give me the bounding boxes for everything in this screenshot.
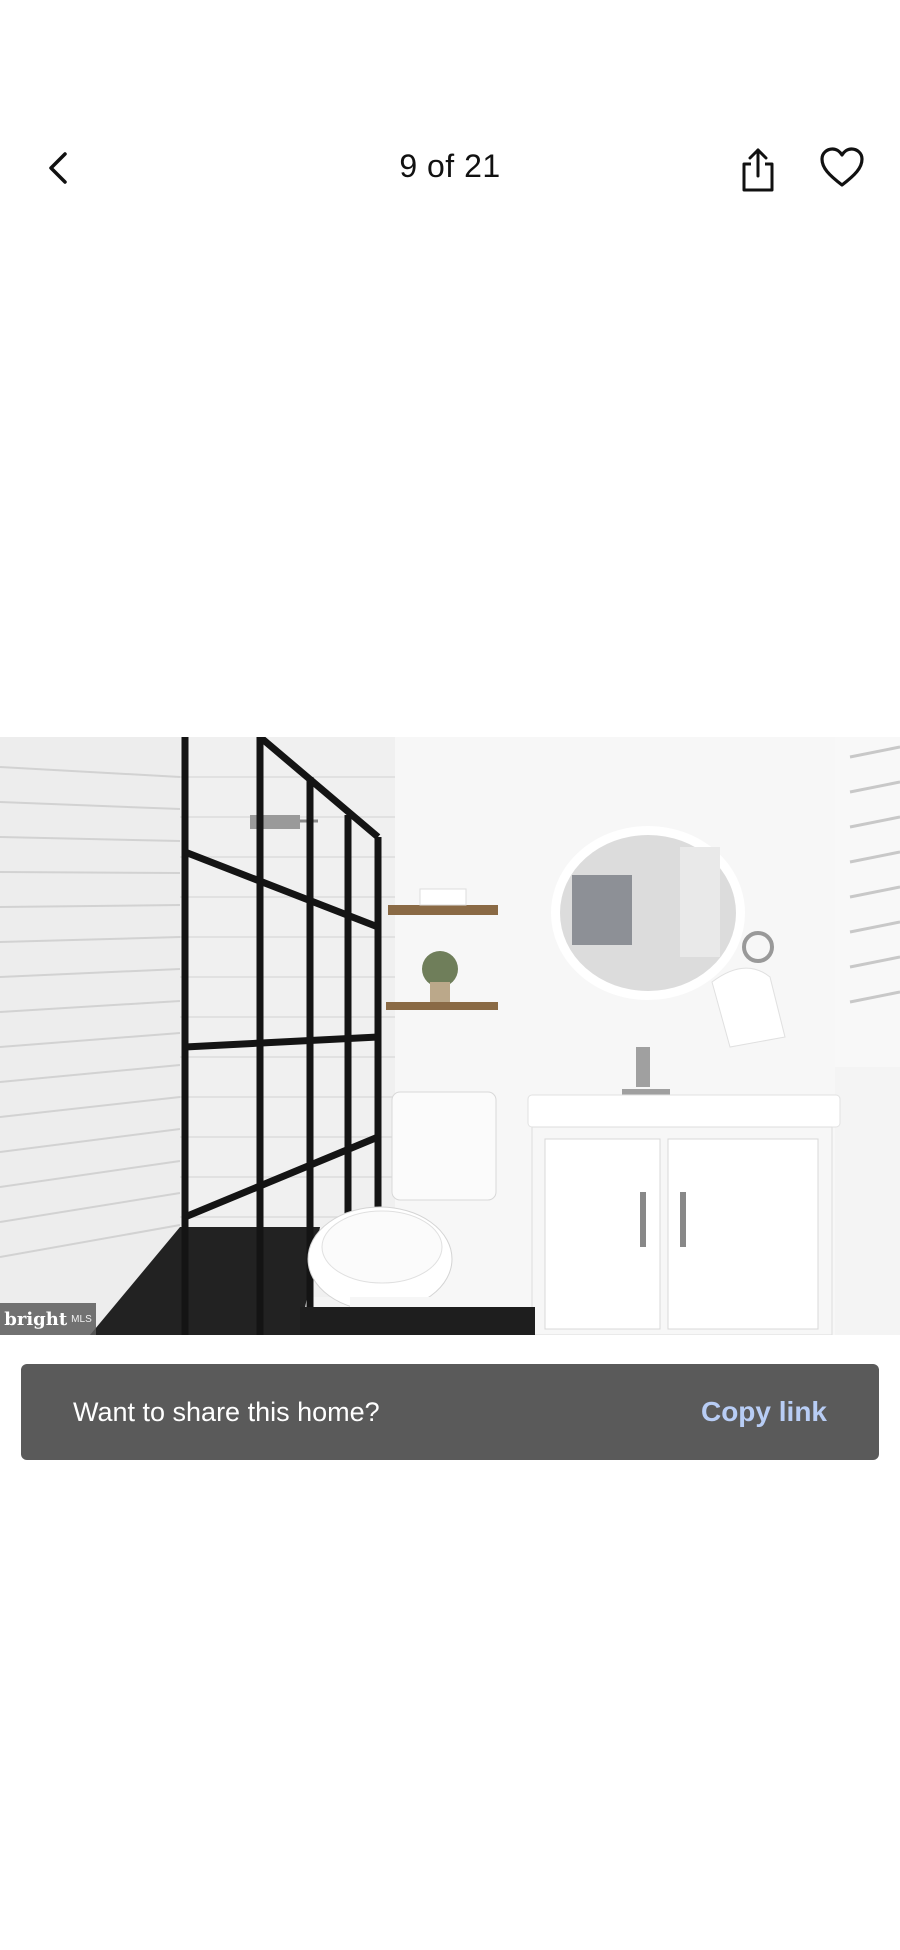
favorite-button[interactable] — [812, 140, 872, 196]
share-button[interactable] — [730, 140, 786, 200]
listing-photo[interactable]: bright MLS — [0, 737, 900, 1335]
share-toast: Want to share this home? Copy link — [21, 1364, 879, 1460]
top-navigation-bar: 9 of 21 — [0, 0, 900, 230]
heart-icon — [820, 147, 864, 187]
mls-watermark: bright MLS — [0, 1303, 96, 1335]
share-icon — [742, 148, 774, 192]
toast-message: Want to share this home? — [73, 1396, 380, 1427]
copy-link-button[interactable]: Copy link — [701, 1396, 827, 1428]
bathroom-photo-image — [0, 737, 900, 1335]
watermark-suffix: MLS — [71, 1313, 92, 1325]
watermark-brand: bright — [4, 1308, 68, 1330]
